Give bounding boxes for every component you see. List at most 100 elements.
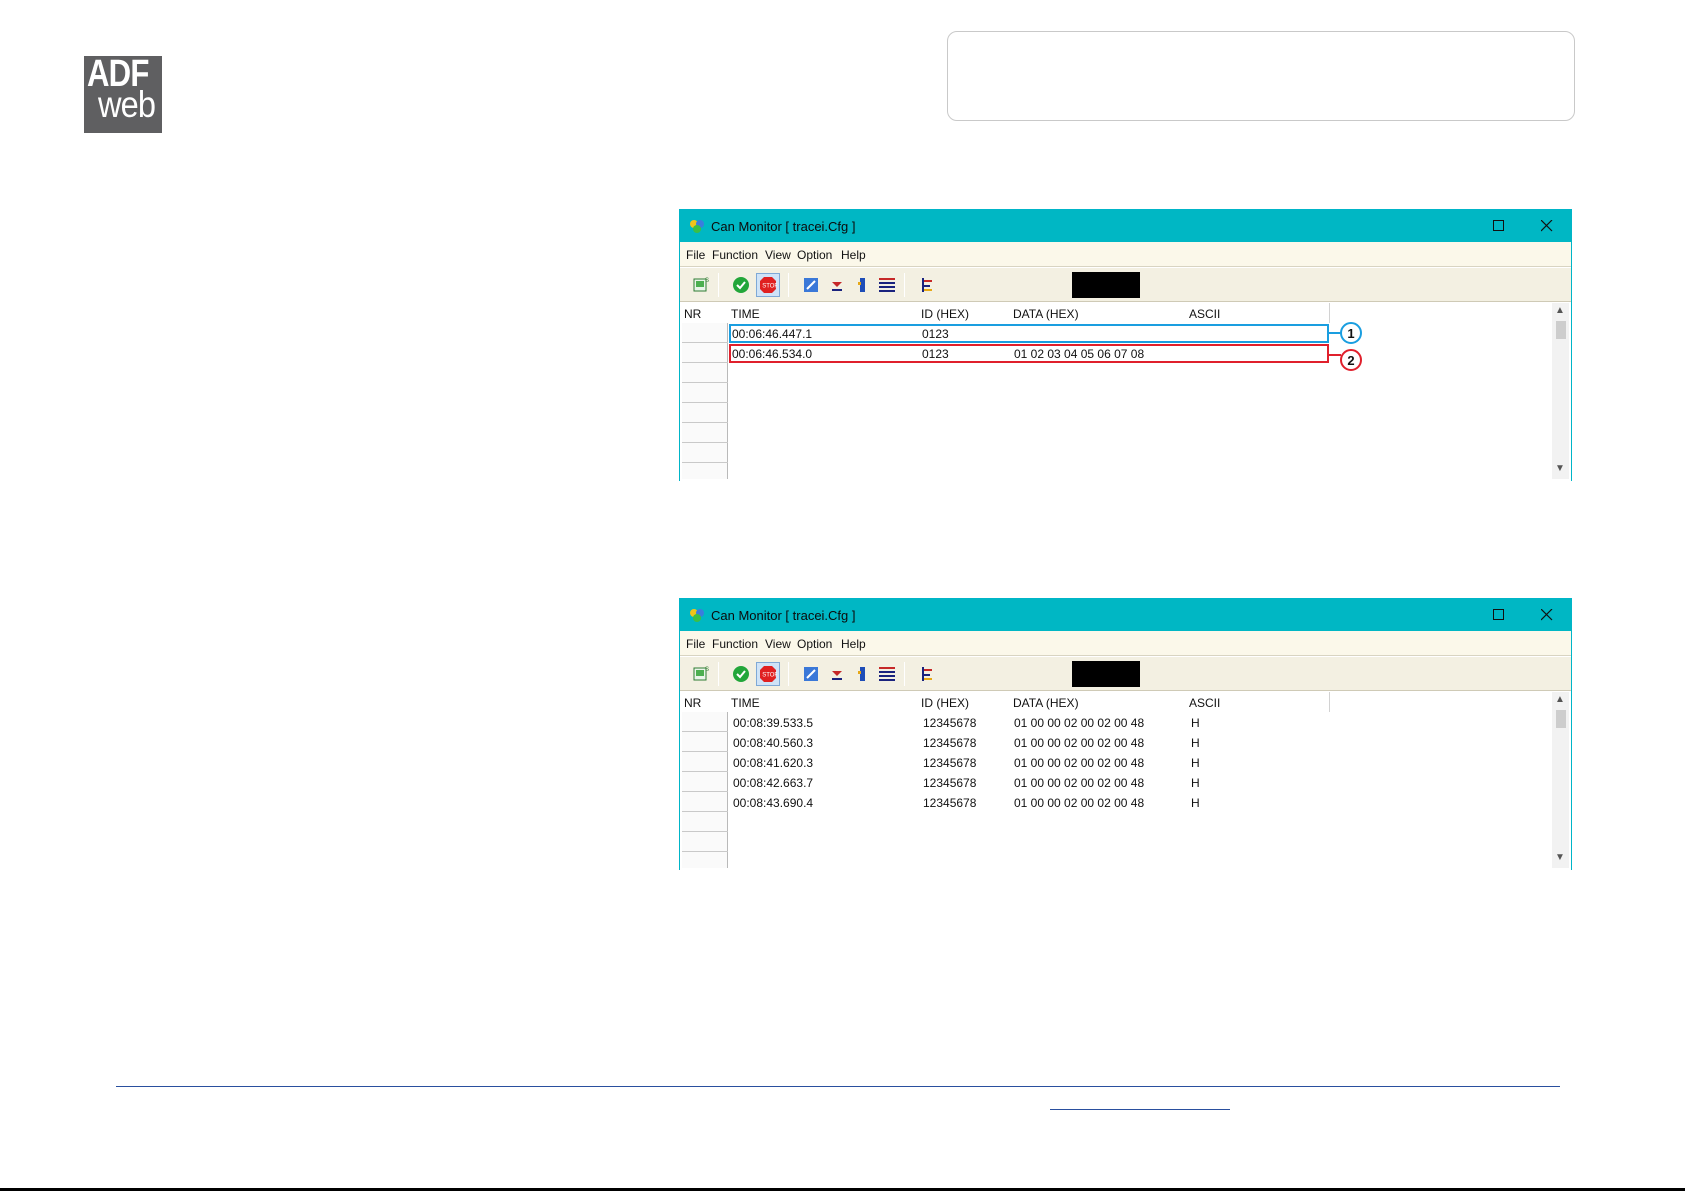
stop-icon: STOP	[760, 277, 777, 293]
filter-icon[interactable]	[854, 276, 872, 294]
maximize-button[interactable]	[1479, 214, 1519, 238]
start-check-icon[interactable]	[732, 276, 750, 294]
menu-function[interactable]: Function	[712, 637, 758, 651]
close-button[interactable]	[1527, 603, 1567, 627]
menu-option[interactable]: Option	[797, 637, 832, 651]
minimize-button[interactable]	[1431, 214, 1471, 238]
row-1-data[interactable]: 01 00 00 02 00 02 00 48	[1014, 716, 1144, 730]
scroll-up-icon[interactable]: ▲	[1555, 305, 1565, 316]
row-5-data[interactable]: 01 00 00 02 00 02 00 48	[1014, 796, 1144, 810]
col-data-header[interactable]: DATA (HEX)	[1013, 696, 1079, 710]
window-title: Can Monitor [ tracei.Cfg ]	[711, 219, 856, 234]
row-2-data[interactable]: 01 02 03 04 05 06 07 08	[1014, 347, 1144, 361]
filter-icon[interactable]	[854, 665, 872, 683]
row-1-time[interactable]: 00:06:46.447.1	[732, 327, 812, 341]
scroll-thumb[interactable]	[1556, 710, 1566, 728]
vertical-scrollbar[interactable]: ▲ ▼	[1552, 692, 1569, 868]
callout-2: 2	[1340, 349, 1362, 371]
open-config-icon[interactable]: S	[692, 665, 710, 683]
row-4-data[interactable]: 01 00 00 02 00 02 00 48	[1014, 776, 1144, 790]
row-5-ascii[interactable]: H	[1191, 796, 1200, 810]
adfweb-logo: ADF web	[84, 56, 162, 133]
col-data-header[interactable]: DATA (HEX)	[1013, 307, 1079, 321]
menu-file[interactable]: File	[686, 637, 705, 651]
row-3-id[interactable]: 12345678	[923, 756, 976, 770]
vertical-scrollbar[interactable]: ▲ ▼	[1552, 303, 1569, 479]
close-icon	[1541, 609, 1553, 621]
maximize-button[interactable]	[1479, 603, 1519, 627]
col-ascii-header[interactable]: ASCII	[1189, 696, 1220, 710]
menu-help[interactable]: Help	[841, 248, 866, 262]
menu-option[interactable]: Option	[797, 248, 832, 262]
row-2-time[interactable]: 00:06:46.534.0	[732, 347, 812, 361]
stop-button[interactable]: STOP	[756, 273, 780, 297]
row-2-time[interactable]: 00:08:40.560.3	[733, 736, 813, 750]
row-2-ascii[interactable]: H	[1191, 736, 1200, 750]
row-4-ascii[interactable]: H	[1191, 776, 1200, 790]
col-ascii-header[interactable]: ASCII	[1189, 307, 1220, 321]
download-icon[interactable]	[828, 276, 846, 294]
footer-divider	[116, 1086, 1560, 1087]
col-time-header[interactable]: TIME	[731, 307, 760, 321]
row-4-time[interactable]: 00:08:42.663.7	[733, 776, 813, 790]
window-title: Can Monitor [ tracei.Cfg ]	[711, 608, 856, 623]
col-nr-header[interactable]: NR	[684, 696, 701, 710]
col-id-header[interactable]: ID (HEX)	[921, 696, 969, 710]
menu-function[interactable]: Function	[712, 248, 758, 262]
title-bar[interactable]: Can Monitor [ tracei.Cfg ]	[680, 210, 1571, 242]
edit-icon[interactable]	[802, 276, 820, 294]
svg-text:S: S	[705, 667, 709, 673]
row-2-id[interactable]: 0123	[922, 347, 949, 361]
col-id-header[interactable]: ID (HEX)	[921, 307, 969, 321]
row-3-ascii[interactable]: H	[1191, 756, 1200, 770]
row-1-ascii[interactable]: H	[1191, 716, 1200, 730]
row-5-time[interactable]: 00:08:43.690.4	[733, 796, 813, 810]
title-bar[interactable]: Can Monitor [ tracei.Cfg ]	[680, 599, 1571, 631]
row-5-id[interactable]: 12345678	[923, 796, 976, 810]
stop-icon: STOP	[760, 666, 777, 682]
menu-file[interactable]: File	[686, 248, 705, 262]
close-button[interactable]	[1527, 214, 1567, 238]
row-2-id[interactable]: 12345678	[923, 736, 976, 750]
tree-icon[interactable]	[918, 665, 936, 683]
col-nr-header[interactable]: NR	[684, 307, 701, 321]
row-2-data[interactable]: 01 00 00 02 00 02 00 48	[1014, 736, 1144, 750]
stop-button[interactable]: STOP	[756, 662, 780, 686]
list-icon[interactable]	[878, 665, 896, 683]
scroll-thumb[interactable]	[1556, 321, 1566, 339]
open-config-icon[interactable]: S	[692, 276, 710, 294]
row-header-column	[682, 323, 728, 479]
start-check-icon[interactable]	[732, 665, 750, 683]
scroll-down-icon[interactable]: ▼	[1555, 852, 1565, 863]
list-icon[interactable]	[878, 276, 896, 294]
tree-icon[interactable]	[918, 276, 936, 294]
menu-view[interactable]: View	[765, 248, 791, 262]
menu-help[interactable]: Help	[841, 637, 866, 651]
menu-bar: File Function View Option Help	[680, 242, 1571, 267]
message-grid: NR TIME ID (HEX) DATA (HEX) ASCII 1 2 00…	[680, 303, 1571, 481]
col-time-header[interactable]: TIME	[731, 696, 760, 710]
row-1-id[interactable]: 0123	[922, 327, 949, 341]
edit-icon[interactable]	[802, 665, 820, 683]
svg-text:STOP: STOP	[762, 673, 777, 679]
minimize-icon	[1445, 614, 1456, 616]
scroll-down-icon[interactable]: ▼	[1555, 463, 1565, 474]
row-3-time[interactable]: 00:08:41.620.3	[733, 756, 813, 770]
row-3-data[interactable]: 01 00 00 02 00 02 00 48	[1014, 756, 1144, 770]
row-4-id[interactable]: 12345678	[923, 776, 976, 790]
footer-link-underline[interactable]	[1050, 1109, 1230, 1110]
page: ADF web Can Monitor [ tracei.Cfg ] File …	[0, 0, 1685, 1191]
close-icon	[1541, 220, 1553, 232]
row-1-id[interactable]: 12345678	[923, 716, 976, 730]
maximize-icon	[1493, 220, 1504, 231]
scroll-up-icon[interactable]: ▲	[1555, 694, 1565, 705]
toolbar: S STOP	[680, 268, 1571, 302]
minimize-button[interactable]	[1431, 603, 1471, 627]
svg-text:STOP: STOP	[762, 284, 777, 290]
row-1-time[interactable]: 00:08:39.533.5	[733, 716, 813, 730]
row-header-column	[682, 712, 728, 868]
download-icon[interactable]	[828, 665, 846, 683]
menu-view[interactable]: View	[765, 637, 791, 651]
can-monitor-app-icon	[690, 220, 704, 233]
minimize-icon	[1445, 225, 1456, 227]
